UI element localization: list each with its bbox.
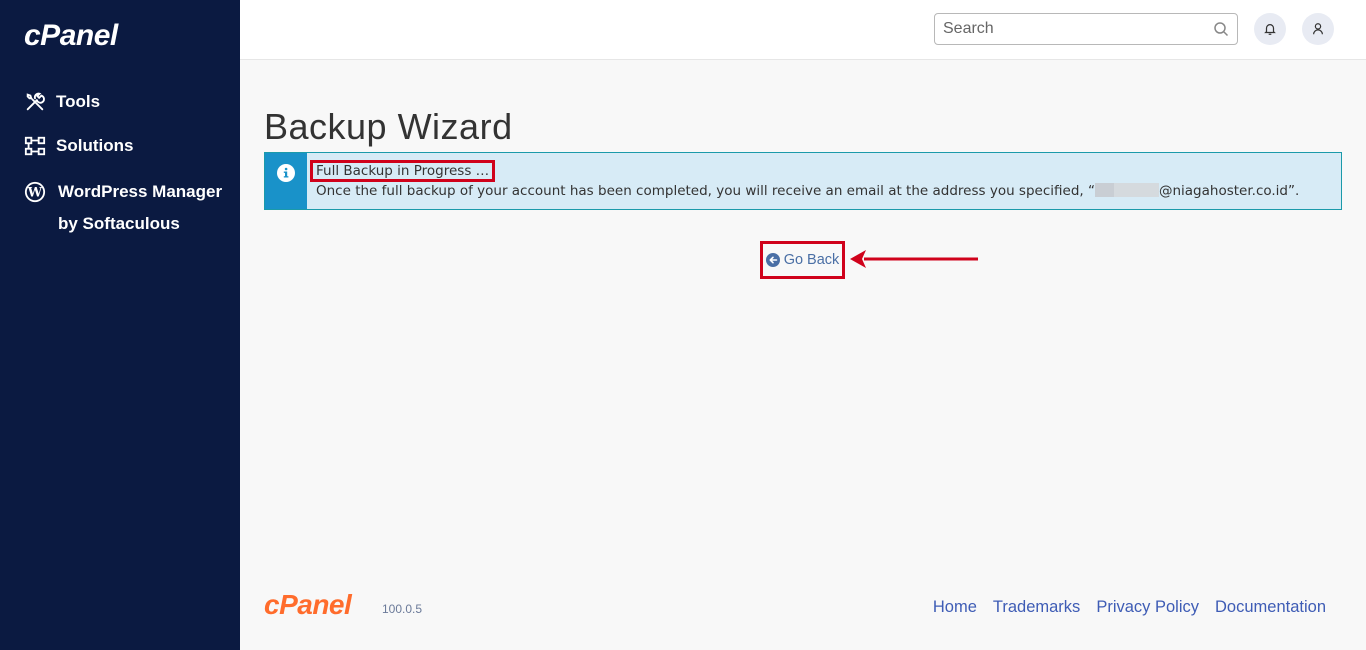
footer-links: Home Trademarks Privacy Policy Documenta… bbox=[933, 598, 1326, 617]
annotation-arrow bbox=[850, 250, 978, 268]
sidebar: cPanel Tools Solutions W WordPress Manag… bbox=[0, 0, 240, 650]
bell-icon bbox=[1264, 24, 1276, 35]
alert-icon-column bbox=[265, 153, 307, 209]
footer-link-privacy-policy[interactable]: Privacy Policy bbox=[1096, 598, 1199, 617]
alert-text: Full Backup in Progress … Once the full … bbox=[307, 153, 1299, 209]
info-alert: Full Backup in Progress … Once the full … bbox=[264, 152, 1342, 210]
user-icon bbox=[1313, 23, 1323, 35]
sidebar-item-wordpress-manager[interactable]: W WordPress Manager by Softaculous bbox=[0, 168, 240, 246]
sidebar-item-label: Tools bbox=[56, 92, 101, 111]
notifications-button[interactable] bbox=[1254, 13, 1286, 45]
tools-icon bbox=[26, 92, 45, 111]
redacted-email-user bbox=[1094, 183, 1159, 197]
search-box bbox=[934, 13, 1238, 45]
sidebar-item-label: Solutions bbox=[56, 136, 134, 155]
sidebar-item-label: WordPress Manager by Softaculous bbox=[58, 182, 223, 233]
user-menu-button[interactable] bbox=[1302, 13, 1334, 45]
sidebar-nav: Tools Solutions W WordPress Manager by S… bbox=[0, 80, 240, 246]
cpanel-logo[interactable]: cPanel bbox=[24, 20, 118, 52]
footer-link-home[interactable]: Home bbox=[933, 598, 977, 617]
version-label: 100.0.5 bbox=[382, 602, 423, 616]
top-header bbox=[240, 0, 1366, 60]
search-icon[interactable] bbox=[1213, 21, 1229, 37]
footer-link-documentation[interactable]: Documentation bbox=[1215, 598, 1326, 617]
go-back-label: Go Back bbox=[783, 252, 840, 268]
info-icon bbox=[277, 164, 295, 182]
sidebar-item-solutions[interactable]: Solutions bbox=[0, 124, 240, 168]
search-input[interactable] bbox=[935, 14, 1205, 44]
sidebar-item-tools[interactable]: Tools bbox=[0, 80, 240, 124]
alert-title: Full Backup in Progress … bbox=[310, 160, 496, 182]
go-back-button[interactable]: Go Back bbox=[760, 241, 845, 279]
arrow-left-circle-icon bbox=[765, 253, 780, 267]
footer-cpanel-logo: cPanel bbox=[264, 589, 352, 620]
page-title: Backup Wizard bbox=[264, 106, 513, 148]
footer-link-trademarks[interactable]: Trademarks bbox=[993, 598, 1080, 617]
alert-message: Once the full backup of your account has… bbox=[316, 183, 1300, 199]
solutions-icon bbox=[24, 136, 46, 156]
